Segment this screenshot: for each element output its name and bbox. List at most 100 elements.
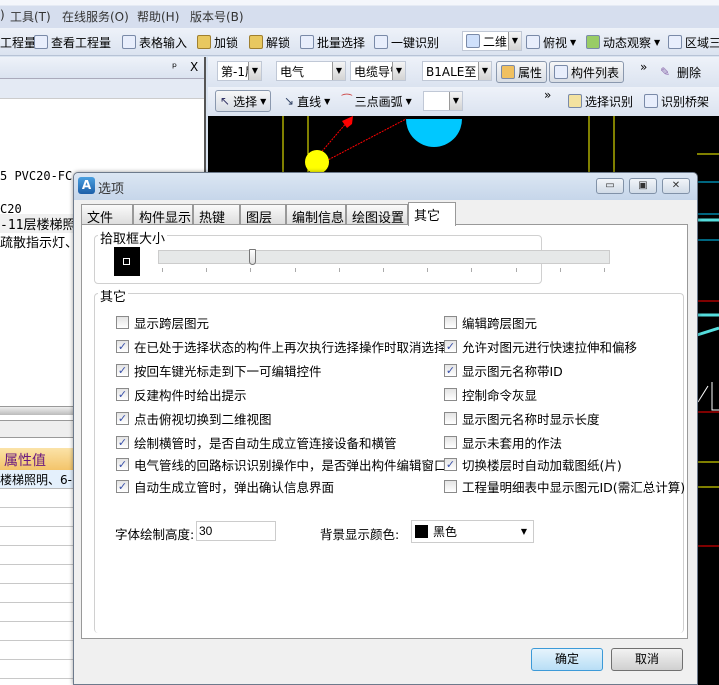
arc-icon: ⁀ [342,94,352,108]
one-click-identify-button[interactable]: 一键识别 [374,33,439,51]
checkbox-checked[interactable]: ✓ [444,364,457,377]
option-label: 自动生成立管时，弹出确认信息界面 [134,480,335,495]
dynamic-view-button[interactable]: 动态观察 ▼ [586,33,660,51]
checkbox-unchecked[interactable] [116,316,129,329]
checkbox-unchecked[interactable] [444,480,457,493]
select-identify-button[interactable]: 选择识别 [568,92,633,110]
arc-button[interactable]: ⁀ 三点画弧 ▼ [342,92,412,110]
option-checkbox[interactable]: ✓ 切换楼层时自动加载图纸(片) [444,455,622,474]
tab-6[interactable]: 其它 [408,202,456,226]
checkbox-checked[interactable]: ✓ [116,340,129,353]
option-checkbox[interactable]: ✓ 显示图元名称带ID [444,361,563,380]
unlock-button[interactable]: 解锁 [249,33,290,51]
maximize-button[interactable]: ▣ [629,178,657,194]
option-checkbox[interactable]: ✓ 允许对图元进行快速拉伸和偏移 [444,337,637,356]
chevron-down-icon[interactable]: ▼ [508,32,521,50]
menu-version[interactable]: 版本号(B) [190,8,244,25]
option-checkbox[interactable]: 显示跨层图元 [116,313,209,332]
top-view-button[interactable]: 俯视 ▼ [526,33,576,51]
ok-button[interactable]: 确定 [531,648,603,671]
menu-help[interactable]: 帮助(H) [137,8,179,25]
lock-button[interactable]: 加锁 [197,33,238,51]
floor-combo[interactable]: 第-1层 ▼ [217,61,262,81]
checkbox-unchecked[interactable] [444,316,457,329]
checkbox-checked[interactable]: ✓ [116,436,129,449]
component-combo[interactable]: B1ALE至 ▼ [422,61,492,81]
cube-icon [526,35,540,49]
checkbox-checked[interactable]: ✓ [116,388,129,401]
2d-icon [466,34,480,48]
checkbox-unchecked[interactable] [444,388,457,401]
unlock-icon [249,35,263,49]
option-checkbox[interactable]: ✓ 反建构件时给出提示 [116,385,247,404]
option-checkbox[interactable]: ✓ 在已处于选择状态的构件上再次执行选择操作时取消选择 [116,337,447,356]
layer-toolbar: 第-1层 ▼ 电气 ▼ 电缆导管(▼ B1ALE至 ▼ 属性 构件列表 » ✎ 删除 [208,57,719,87]
bg-color-select[interactable]: 黑色 ▼ [411,520,534,543]
tab-4[interactable]: 编制信息 [286,204,346,226]
checkbox-checked[interactable]: ✓ [116,458,129,471]
options-dialog: A 选项 ▭ ▣ ✕ 文件 构件显示 热键 图层 编制信息 绘图设置 其它 拾取框大小 其它… [73,172,698,685]
component-list-button[interactable]: 构件列表 [549,61,625,83]
quantity-button[interactable]: 工程量 [0,33,36,51]
bridge-icon [644,94,658,108]
bg-color-label: 背景显示颜色: [320,527,400,542]
dialog-titlebar[interactable]: A 选项 ▭ ▣ ✕ [74,173,697,200]
view-quantity-button[interactable]: 查看工程量 [34,33,111,51]
option-checkbox[interactable]: ✓ 按回车键光标走到下一可编辑控件 [116,361,322,380]
option-checkbox[interactable]: 编辑跨层图元 [444,313,537,332]
option-checkbox[interactable]: ✓ 自动生成立管时，弹出确认信息界面 [116,477,334,496]
menu-online[interactable]: 在线服务(O) [62,8,129,25]
cancel-button[interactable]: 取消 [611,648,683,671]
option-checkbox[interactable]: ✓ 电气管线的回路标识识别操作中，是否弹出构件编辑窗口 [116,455,447,474]
option-checkbox[interactable]: 显示未套用的作法 [444,433,562,452]
line-button[interactable]: ↘ 直线 ▼ [284,92,330,110]
more-chevron[interactable]: » [544,88,551,102]
discipline-combo[interactable]: 电气 ▼ [276,61,346,81]
checkbox-checked[interactable]: ✓ [116,412,129,425]
close-button[interactable]: ✕ [662,178,690,194]
option-checkbox[interactable]: ✓ 绘制横管时，是否自动生成立管连接设备和横管 [116,433,397,452]
region-3d-button[interactable]: 区域三 [668,33,719,51]
minimize-button[interactable]: ▭ [596,178,624,194]
batch-select-button[interactable]: 批量选择 [300,33,365,51]
option-checkbox[interactable]: 工程量明细表中显示图元ID(需汇总计算) [444,477,685,496]
pick-size-slider[interactable] [158,249,610,265]
lock-icon [197,35,211,49]
panel-subheader [0,79,204,99]
delete-button[interactable]: ✎ 删除 [660,63,701,81]
tab-5[interactable]: 绘图设置 [346,204,408,226]
checkbox-checked[interactable]: ✓ [116,480,129,493]
tab-2[interactable]: 热键 [193,204,240,226]
option-checkbox[interactable]: ✓ 点击俯视切换到二维视图 [116,409,272,428]
cad-semicircle [406,119,462,147]
checkbox-unchecked[interactable] [444,412,457,425]
menu-item[interactable]: ) [0,8,5,22]
list-item[interactable]: 5 PVC20-FC [0,169,72,183]
checkbox-checked[interactable]: ✓ [444,458,457,471]
type-combo[interactable]: 电缆导管(▼ [350,61,406,81]
checkbox-unchecked[interactable] [444,436,457,449]
select-button[interactable]: ↖ 选择 ▼ [215,90,272,112]
view-mode-combo[interactable]: 二维 ▼ [462,31,522,51]
close-icon[interactable]: X [190,60,198,74]
table-input-button[interactable]: 表格输入 [122,33,187,51]
draw-combo[interactable]: ▼ [423,91,463,111]
identify-bridge-button[interactable]: 识别桥架 [644,92,709,110]
option-checkbox[interactable]: 显示图元名称时显示长度 [444,409,600,428]
more-chevron[interactable]: » [640,60,647,74]
checkbox-checked[interactable]: ✓ [444,340,457,353]
tab-1[interactable]: 构件显示 [133,204,193,226]
properties-button[interactable]: 属性 [496,61,548,83]
font-height-input[interactable] [196,521,276,541]
slider-thumb[interactable] [249,249,256,265]
tab-3[interactable]: 图层 [240,204,286,226]
tab-0[interactable]: 文件 [81,204,133,226]
properties-icon [501,65,515,79]
option-label: 显示跨层图元 [134,316,210,331]
pin-icon[interactable]: ᵖ [172,60,177,74]
cad-text-stroke [697,385,709,403]
option-checkbox[interactable]: 控制命令灰显 [444,385,537,404]
menu-tools[interactable]: 工具(T) [10,8,51,25]
slider-tick [162,268,163,272]
checkbox-checked[interactable]: ✓ [116,364,129,377]
